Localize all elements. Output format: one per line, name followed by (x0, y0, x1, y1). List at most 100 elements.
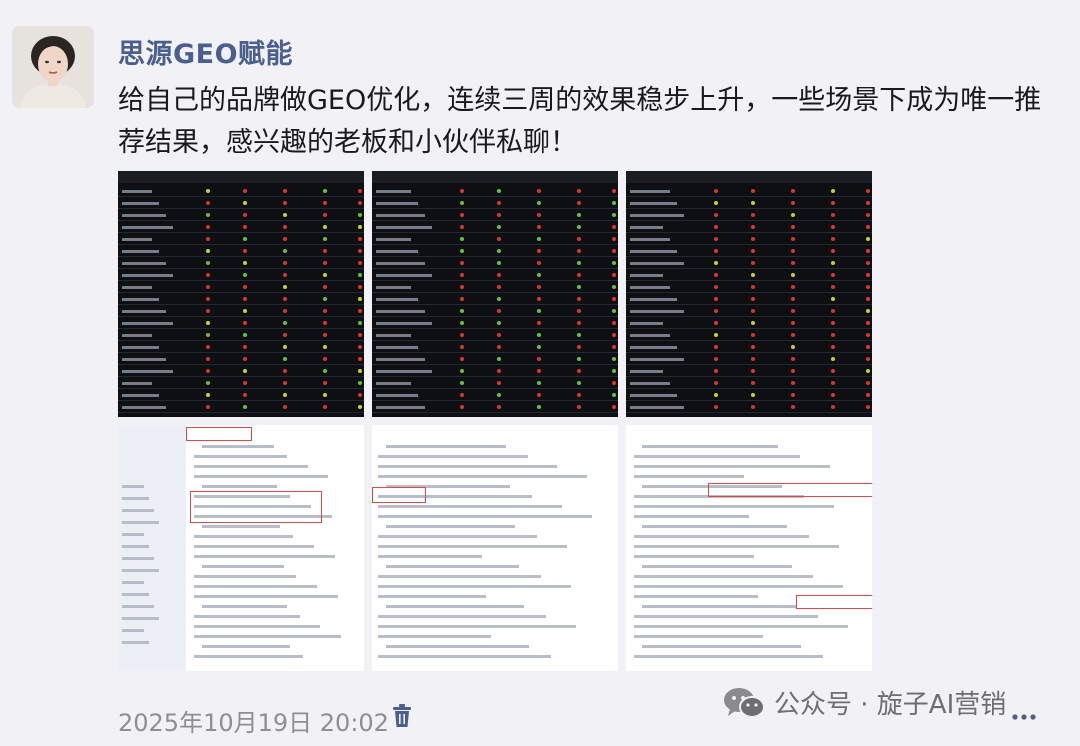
status-dot (460, 237, 464, 241)
author-name[interactable]: 思源GEO赋能 (118, 32, 293, 71)
status-dot (714, 393, 718, 397)
status-dot (751, 405, 755, 409)
table-divider (118, 280, 364, 281)
status-dot (751, 333, 755, 337)
post-image-1[interactable] (118, 171, 364, 417)
status-dot (537, 321, 541, 325)
table-divider (118, 364, 364, 365)
table-row-label (122, 214, 166, 217)
status-dot (866, 309, 870, 313)
status-dot (791, 225, 795, 229)
post-image-6[interactable] (626, 425, 872, 671)
status-dot (612, 357, 616, 361)
status-dot (612, 249, 616, 253)
post-image-3[interactable] (626, 171, 872, 417)
table-row-label (630, 298, 677, 301)
table-divider (118, 388, 364, 389)
status-dot (714, 381, 718, 385)
status-dot (751, 237, 755, 241)
table-divider (372, 232, 618, 233)
status-dot (791, 393, 795, 397)
status-dot (751, 285, 755, 289)
status-dot (323, 273, 327, 277)
table-divider (372, 292, 618, 293)
status-dot (791, 357, 795, 361)
text-line (194, 655, 303, 658)
status-dot (323, 201, 327, 205)
text-line (378, 555, 482, 558)
text-line (642, 645, 801, 648)
post-image-2[interactable] (372, 171, 618, 417)
status-dot (537, 237, 541, 241)
post-image-4[interactable] (118, 425, 364, 671)
table-divider (372, 376, 618, 377)
status-dot (243, 249, 247, 253)
status-dot (206, 201, 210, 205)
status-dot (206, 321, 210, 325)
status-dot (243, 201, 247, 205)
text-line (378, 585, 572, 588)
more-options-icon[interactable] (1012, 714, 1036, 720)
status-dot (751, 321, 755, 325)
trash-icon[interactable] (392, 704, 412, 728)
post-image-5[interactable] (372, 425, 618, 671)
status-dot (283, 405, 287, 409)
status-dot (866, 237, 870, 241)
highlight-box (190, 491, 322, 523)
status-dot (358, 285, 362, 289)
text-line (642, 565, 792, 568)
table-row-label (630, 322, 663, 325)
text-line (202, 485, 278, 488)
status-dot (866, 357, 870, 361)
status-dot (323, 213, 327, 217)
status-dot (577, 297, 581, 301)
status-dot (206, 393, 210, 397)
table-row-label (376, 202, 418, 205)
status-dot (866, 321, 870, 325)
table-divider (118, 268, 364, 269)
status-dot (714, 213, 718, 217)
sidebar-line (122, 629, 144, 632)
table-row-label (376, 382, 411, 385)
status-dot (537, 249, 541, 253)
table-divider (626, 292, 872, 293)
status-dot (791, 309, 795, 313)
status-dot (577, 201, 581, 205)
text-line (194, 475, 329, 478)
status-dot (866, 333, 870, 337)
table-divider (118, 244, 364, 245)
table-divider (118, 208, 364, 209)
status-dot (460, 285, 464, 289)
status-dot (831, 273, 835, 277)
table-row-label (376, 310, 425, 313)
status-dot (612, 189, 616, 193)
status-dot (323, 333, 327, 337)
status-dot (577, 273, 581, 277)
status-dot (537, 309, 541, 313)
status-dot (612, 405, 616, 409)
text-line (378, 475, 588, 478)
text-line (634, 465, 830, 468)
table-divider (118, 400, 364, 401)
avatar[interactable] (12, 26, 94, 108)
table-row-label (122, 322, 173, 325)
status-dot (243, 309, 247, 313)
table-divider (626, 304, 872, 305)
status-dot (866, 297, 870, 301)
status-dot (283, 357, 287, 361)
text-line (194, 555, 335, 558)
status-dot (612, 201, 616, 205)
status-dot (751, 393, 755, 397)
table-divider (372, 388, 618, 389)
text-line (634, 635, 763, 638)
table-divider (372, 196, 618, 197)
text-line (634, 515, 749, 518)
table-row-label (122, 202, 159, 205)
text-line (194, 585, 318, 588)
status-dot (751, 201, 755, 205)
status-dot (358, 333, 362, 337)
status-dot (206, 357, 210, 361)
watermark-text: 公众号 · 旋子AI营销 (774, 690, 1007, 720)
table-row-label (376, 250, 418, 253)
status-dot (831, 381, 835, 385)
